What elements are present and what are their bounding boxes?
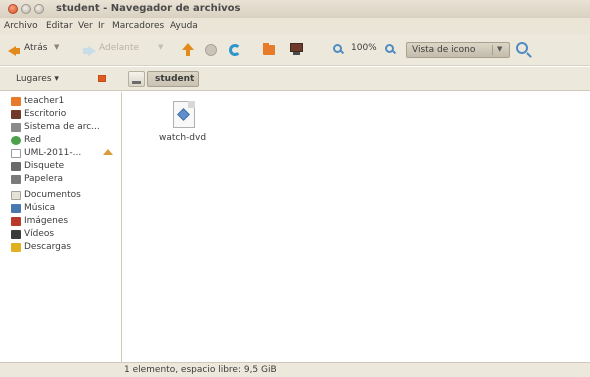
sidebar-item-escritorio[interactable]: Escritorio <box>11 109 119 121</box>
chevron-down-icon: ▼ <box>497 45 503 53</box>
reload-icon[interactable] <box>229 44 241 56</box>
back-history-chevron-icon[interactable]: ▼ <box>54 43 59 51</box>
sidebar-item-label: Sistema de arc... <box>24 122 100 132</box>
up-arrow-icon[interactable] <box>182 43 194 50</box>
desktop-icon <box>11 110 21 119</box>
sidebar-item-label: Imágenes <box>24 216 69 226</box>
search-icon-handle[interactable] <box>526 52 532 58</box>
window-close-icon[interactable] <box>8 4 18 14</box>
location-bar: Lugares ▾ student <box>0 67 590 91</box>
view-mode-label: Vista de icono <box>412 45 476 55</box>
back-button[interactable]: Atrás <box>24 43 47 53</box>
downloads-folder-icon <box>11 243 21 252</box>
sidebar-item-label: Descargas <box>24 242 72 252</box>
sidebar-item-filesystem[interactable]: Sistema de arc... <box>11 122 119 134</box>
floppy-icon <box>11 162 21 171</box>
close-sidebar-icon[interactable] <box>98 75 106 82</box>
computer-icon-base[interactable] <box>293 52 300 55</box>
script-file-icon[interactable] <box>173 101 195 128</box>
sidebar-item-musica[interactable]: Música <box>11 203 119 215</box>
sidebar-item-teacher1[interactable]: teacher1 <box>11 96 119 108</box>
optical-disc-icon <box>11 149 21 158</box>
menu-ayuda[interactable]: Ayuda <box>170 21 198 31</box>
status-bar: 1 elemento, espacio libre: 9,5 GiB <box>0 362 590 377</box>
sidebar-item-label: Vídeos <box>24 229 55 239</box>
window-title: student - Navegador de archivos <box>56 3 241 14</box>
view-mode-separator <box>492 45 493 55</box>
view-mode-select[interactable]: Vista de icono ▼ <box>406 42 510 58</box>
status-text: 1 elemento, espacio libre: 9,5 GiB <box>124 365 277 375</box>
sidebar-item-videos[interactable]: Vídeos <box>11 229 119 241</box>
pictures-folder-icon <box>11 217 21 226</box>
window-maximize-icon[interactable] <box>34 4 44 14</box>
file-name[interactable]: watch-dvd <box>159 133 206 143</box>
path-button-student[interactable]: student <box>147 71 199 87</box>
sidebar-places: teacher1 Escritorio Sistema de arc... Re… <box>0 92 122 362</box>
menu-bar: Archivo Editar Ver Ir Marcadores Ayuda <box>0 18 590 34</box>
menu-archivo[interactable]: Archivo <box>4 21 38 31</box>
sidebar-item-label: UML-2011-... <box>24 148 82 158</box>
stop-icon <box>205 44 217 56</box>
title-bar: student - Navegador de archivos <box>0 0 590 18</box>
sidebar-item-red[interactable]: Red <box>11 135 119 147</box>
page-fold <box>188 101 195 108</box>
up-arrow-tail[interactable] <box>186 50 190 56</box>
menu-ir[interactable]: Ir <box>98 21 104 31</box>
sidebar-item-label: Escritorio <box>24 109 67 119</box>
filesystem-icon <box>11 123 21 132</box>
window-minimize-icon[interactable] <box>21 4 31 14</box>
sidebar-item-label: teacher1 <box>24 96 65 106</box>
computer-icon[interactable] <box>290 43 303 52</box>
sidebar-item-uml-disc[interactable]: UML-2011-... <box>11 148 119 160</box>
back-arrow-tail[interactable] <box>15 48 20 54</box>
home-folder-icon[interactable] <box>263 45 275 55</box>
file-view[interactable]: watch-dvd <box>123 92 590 362</box>
sidebar-item-descargas[interactable]: Descargas <box>11 242 119 254</box>
eject-icon[interactable] <box>103 149 113 155</box>
sidebar-item-papelera[interactable]: Papelera <box>11 174 119 186</box>
places-selector[interactable]: Lugares ▾ <box>16 74 59 84</box>
toolbar: Atrás ▼ Adelante ▼ 100% Vista de icono ▼ <box>0 34 590 66</box>
zoom-in-icon-handle[interactable] <box>391 49 397 55</box>
path-root-button[interactable] <box>128 71 145 87</box>
menu-editar[interactable]: Editar <box>46 21 73 31</box>
documents-folder-icon <box>11 191 21 200</box>
sidebar-item-disquete[interactable]: Disquete <box>11 161 119 173</box>
forward-button: Adelante <box>99 43 140 53</box>
sidebar-item-label: Documentos <box>24 190 81 200</box>
zoom-out-icon-handle[interactable] <box>339 49 345 55</box>
sidebar-item-imagenes[interactable]: Imágenes <box>11 216 119 228</box>
menu-ver[interactable]: Ver <box>78 21 93 31</box>
videos-folder-icon <box>11 230 21 239</box>
sidebar-item-label: Disquete <box>24 161 65 171</box>
forward-history-chevron-icon: ▼ <box>158 43 164 51</box>
sidebar-item-documentos[interactable]: Documentos <box>11 190 119 202</box>
menu-marcadores[interactable]: Marcadores <box>112 21 164 31</box>
music-folder-icon <box>11 204 21 213</box>
zoom-level[interactable]: 100% <box>351 43 377 53</box>
sidebar-item-label: Papelera <box>24 174 64 184</box>
home-folder-icon <box>11 97 21 106</box>
sidebar-item-label: Red <box>24 135 42 145</box>
diamond-emblem-icon <box>177 108 190 121</box>
sidebar-item-label: Música <box>24 203 56 213</box>
path-button-label: student <box>155 74 195 84</box>
drive-icon <box>132 81 141 84</box>
network-icon <box>11 136 21 145</box>
forward-arrow-icon <box>88 46 96 56</box>
trash-icon <box>11 175 21 184</box>
